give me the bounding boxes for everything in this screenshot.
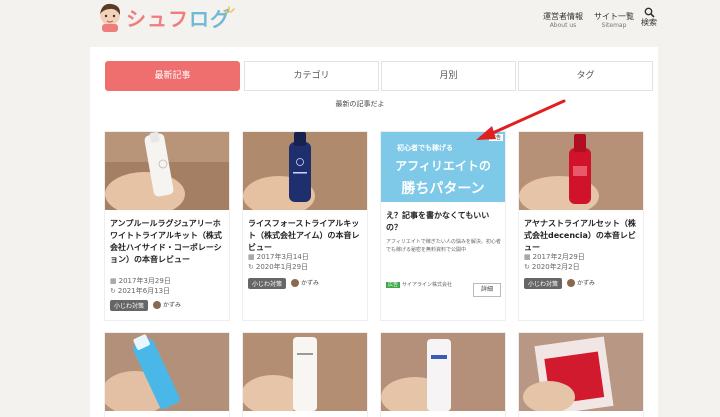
published-date: ▦ 2017年3月29日: [110, 277, 171, 285]
article-thumbnail[interactable]: [243, 333, 367, 411]
nav-search-label: 検索: [641, 18, 657, 27]
calendar-icon: ▦: [524, 253, 531, 261]
article-thumbnail[interactable]: [381, 333, 505, 411]
search-icon: [644, 7, 655, 18]
category-badge[interactable]: 小じわ対策: [524, 278, 563, 289]
ad-sponsor: 広告 サイアライン株式会社: [386, 282, 453, 288]
article-thumbnail[interactable]: [105, 132, 229, 210]
category-badge[interactable]: 小じわ対策: [248, 278, 287, 289]
updated-date: ↻ 2020年2月2日: [524, 263, 580, 271]
calendar-icon: ▦: [110, 277, 117, 285]
published-date: ▦ 2017年2月29日: [524, 253, 585, 261]
mascot-logo-icon[interactable]: [96, 2, 124, 32]
ad-description: アフィリエイトで稼ぎたい人の悩みを解決。初心者でも稼げる秘密を無料資料で公開中: [386, 239, 501, 253]
annotation-arrow-icon: [476, 99, 566, 140]
category-badge[interactable]: 小じわ対策: [110, 300, 149, 311]
article-title[interactable]: アンプルールラグジュアリーホワイトトライアルキット（株式会社ハイサイド・コーポレ…: [110, 218, 228, 266]
article-card[interactable]: [380, 332, 506, 417]
article-card[interactable]: ライスフォーストライアルキット（株式会社アイム）の本音レビュー ▦ 2017年3月…: [242, 131, 368, 321]
ad-title[interactable]: え？記事を書かなくてもいいの？: [386, 210, 504, 234]
tab-latest[interactable]: 最新記事: [105, 61, 240, 91]
tab-category[interactable]: カテゴリ: [244, 61, 379, 91]
article-dates: ▦ 2017年3月14日 ↻ 2020年1月29日: [248, 252, 366, 272]
article-thumbnail[interactable]: [519, 333, 643, 411]
site-logo-text[interactable]: シュフログ: [126, 3, 231, 32]
refresh-icon: ↻: [110, 287, 116, 295]
refresh-icon: ↻: [248, 263, 254, 271]
article-title[interactable]: アヤナストライアルセット（株式会社decencia）の本音レビュー: [524, 218, 642, 254]
tab-monthly[interactable]: 月別: [381, 61, 516, 91]
tab-tags[interactable]: タグ: [518, 61, 653, 91]
ad-banner-headline-1: アフィリエイトの: [395, 159, 491, 173]
article-tabs: 最新記事 カテゴリ 月別 タグ: [105, 61, 653, 91]
ad-card[interactable]: 初心者でも稼げる 広告 アフィリエイトの 勝ちパターン え？記事を書かなくてもい…: [380, 131, 506, 321]
updated-date: ↻ 2020年1月29日: [248, 263, 309, 271]
nav-sitemap-sub: Sitemap: [601, 22, 627, 29]
avatar: [291, 279, 299, 287]
sparkle-icon: [223, 6, 235, 14]
avatar: [567, 279, 575, 287]
calendar-icon: ▦: [248, 253, 255, 261]
nav-about-label: 運営者情報: [543, 12, 583, 21]
article-card[interactable]: [242, 332, 368, 417]
nav-about[interactable]: 運営者情報 About us: [543, 12, 583, 30]
author: かずみ: [291, 278, 319, 287]
nav-search[interactable]: 検索: [641, 7, 657, 28]
author: かずみ: [153, 300, 181, 309]
refresh-icon: ↻: [524, 263, 530, 271]
section-caption: 最新の記事だよ: [335, 100, 385, 108]
article-card[interactable]: アヤナストライアルセット（株式会社decencia）の本音レビュー ▦ 2017年…: [518, 131, 644, 321]
article-card[interactable]: アンプルールラグジュアリーホワイトトライアルキット（株式会社ハイサイド・コーポレ…: [104, 131, 230, 321]
author: かずみ: [567, 278, 595, 287]
ad-badge: 広告: [386, 282, 401, 288]
nav-sitemap[interactable]: サイト一覧 Sitemap: [594, 12, 634, 30]
article-title[interactable]: ライスフォーストライアルキット（株式会社アイム）の本音レビュー: [248, 218, 366, 254]
article-card[interactable]: [104, 332, 230, 417]
updated-date: ↻ 2021年6月13日: [110, 287, 171, 295]
article-thumbnail[interactable]: [105, 333, 229, 411]
article-thumbnail[interactable]: [519, 132, 643, 210]
article-thumbnail[interactable]: [243, 132, 367, 210]
ad-banner-tagline: 初心者でも稼げる: [397, 144, 453, 152]
site-header: シュフログ 運営者情報 About us サイト一覧 Sitemap 検索: [0, 0, 720, 42]
article-dates: ▦ 2017年2月29日 ↻ 2020年2月2日: [524, 252, 642, 272]
article-card[interactable]: [518, 332, 644, 417]
avatar: [153, 301, 161, 309]
nav-about-sub: About us: [549, 22, 577, 29]
ad-banner-headline-2: 勝ちパターン: [401, 181, 485, 197]
ad-detail-button[interactable]: 詳細: [473, 283, 501, 297]
published-date: ▦ 2017年3月14日: [248, 253, 309, 261]
nav-sitemap-label: サイト一覧: [594, 12, 634, 21]
article-dates: ▦ 2017年3月29日 ↻ 2021年6月13日: [110, 276, 228, 296]
